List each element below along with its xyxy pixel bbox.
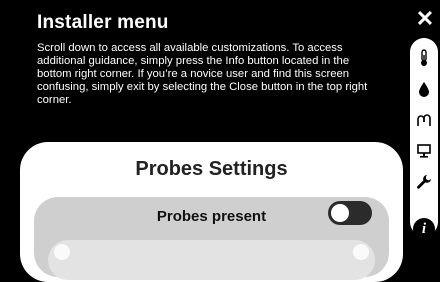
monitor-icon[interactable]: [415, 142, 433, 160]
installer-menu-description: Scroll down to access all available cust…: [37, 42, 368, 106]
close-button[interactable]: ✕: [414, 8, 436, 30]
toggle-knob: [331, 204, 349, 222]
thermometer-icon[interactable]: [415, 48, 433, 67]
probe-option-row: [48, 240, 375, 280]
option-indicator: [54, 244, 70, 260]
option-indicator: [353, 244, 369, 260]
close-icon: ✕: [415, 6, 435, 31]
sidebar-nav: [410, 38, 438, 236]
card-title: Probes Settings: [135, 158, 288, 180]
water-drop-icon[interactable]: [415, 80, 433, 98]
info-icon: i: [421, 220, 427, 237]
probes-present-toggle[interactable]: [328, 201, 372, 225]
probes-icon[interactable]: [415, 111, 433, 129]
info-button[interactable]: i: [413, 218, 435, 240]
probes-settings-card: Probes Settings Probes present: [20, 142, 403, 282]
wrench-icon[interactable]: [415, 173, 433, 191]
probes-present-row: Probes present: [34, 197, 389, 280]
installer-menu-title: Installer menu: [37, 12, 169, 33]
